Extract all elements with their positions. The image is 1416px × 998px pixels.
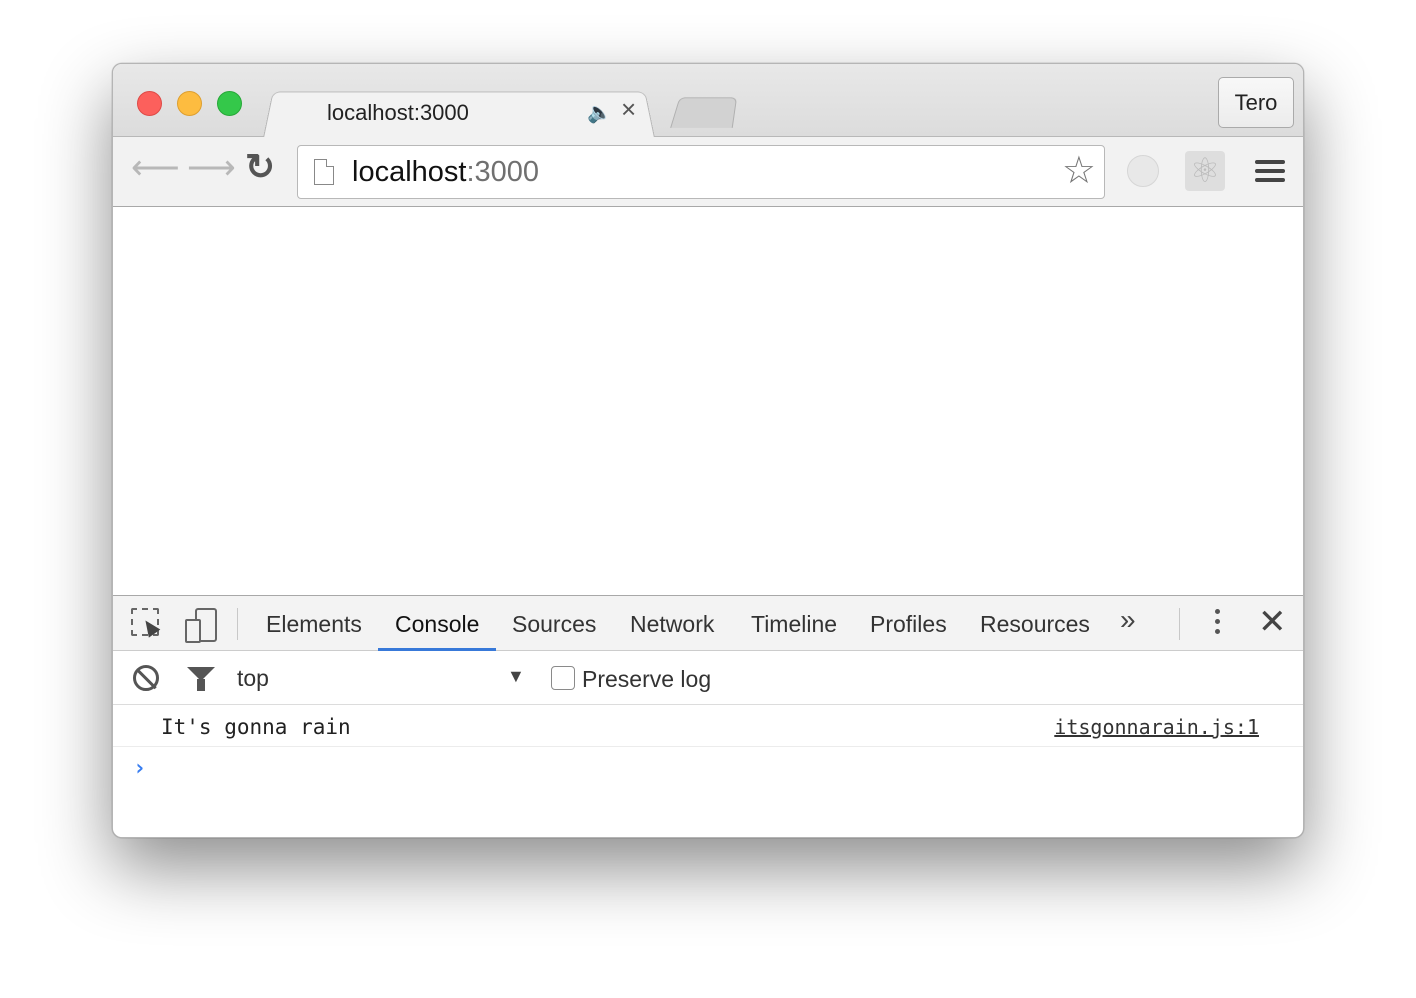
new-tab-button[interactable] <box>670 97 738 128</box>
console-message-source-link[interactable]: itsgonnarain.js:1 <box>1054 715 1259 739</box>
url-text[interactable]: localhost:3000 <box>352 158 539 187</box>
atom-icon: ⚛ <box>1189 152 1221 190</box>
devtools-menu-icon[interactable] <box>1215 609 1221 639</box>
context-select[interactable]: top <box>237 665 529 693</box>
clear-console-icon[interactable] <box>133 665 159 691</box>
url-port: :3000 <box>466 156 540 188</box>
tab-title: localhost:3000 <box>327 100 469 125</box>
forward-arrow-icon[interactable]: ⟶ <box>187 151 236 185</box>
minimize-window-button[interactable] <box>177 91 202 116</box>
devtools-panel: Elements Console Sources Network Timelin… <box>113 595 1303 837</box>
preserve-log-checkbox[interactable] <box>551 666 575 690</box>
url-host: localhost <box>352 156 467 188</box>
close-icon[interactable]: × <box>621 96 636 122</box>
tab-profiles[interactable]: Profiles <box>870 611 947 638</box>
tab-sources[interactable]: Sources <box>512 611 596 638</box>
tab-elements[interactable]: Elements <box>266 611 362 638</box>
title-bar: localhost:3000 🔈 × Tero <box>113 64 1303 138</box>
zoom-window-button[interactable] <box>217 91 242 116</box>
filter-icon[interactable] <box>187 667 215 691</box>
profile-button[interactable]: Tero <box>1218 77 1294 128</box>
react-devtools-icon[interactable]: ⚛ <box>1185 151 1225 191</box>
preserve-log-label[interactable]: Preserve log <box>582 666 711 693</box>
hamburger-menu-icon[interactable] <box>1255 160 1285 187</box>
console-message-text: It's gonna rain <box>161 715 351 739</box>
page-icon <box>314 159 334 185</box>
speaker-icon[interactable]: 🔈 <box>587 100 612 125</box>
browser-window: localhost:3000 🔈 × Tero ⟵ ⟶ ↻ localhost:… <box>112 63 1304 838</box>
back-arrow-icon[interactable]: ⟵ <box>131 151 180 185</box>
extension-icon[interactable] <box>1123 151 1163 191</box>
inspect-element-icon[interactable] <box>131 608 159 636</box>
tab-resources[interactable]: Resources <box>980 611 1090 638</box>
close-window-button[interactable] <box>137 91 162 116</box>
devtools-tab-bar: Elements Console Sources Network Timelin… <box>113 596 1303 651</box>
reload-icon[interactable]: ↻ <box>245 149 275 185</box>
console-toolbar: top ▼ Preserve log <box>113 651 1303 705</box>
devtools-close-icon[interactable]: ✕ <box>1258 605 1287 639</box>
tab-console[interactable]: Console <box>395 611 479 638</box>
extension-disc <box>1127 155 1159 187</box>
tab-network[interactable]: Network <box>630 611 714 638</box>
page-viewport <box>113 207 1303 595</box>
address-bar[interactable]: localhost:3000 ☆ <box>297 145 1105 199</box>
devtools-separator <box>237 608 238 640</box>
console-prompt-icon[interactable]: › <box>133 756 146 781</box>
tab-timeline[interactable]: Timeline <box>751 611 837 638</box>
devtools-separator <box>1179 608 1180 640</box>
bookmark-star-icon[interactable]: ☆ <box>1062 152 1096 190</box>
more-tabs-icon[interactable]: » <box>1120 606 1136 634</box>
device-mode-icon[interactable] <box>185 608 217 643</box>
console-message: It's gonna rain itsgonnarain.js:1 <box>113 705 1303 747</box>
browser-toolbar: ⟵ ⟶ ↻ localhost:3000 ☆ ⚛ <box>113 137 1303 207</box>
dropdown-arrow-icon[interactable]: ▼ <box>507 666 525 687</box>
